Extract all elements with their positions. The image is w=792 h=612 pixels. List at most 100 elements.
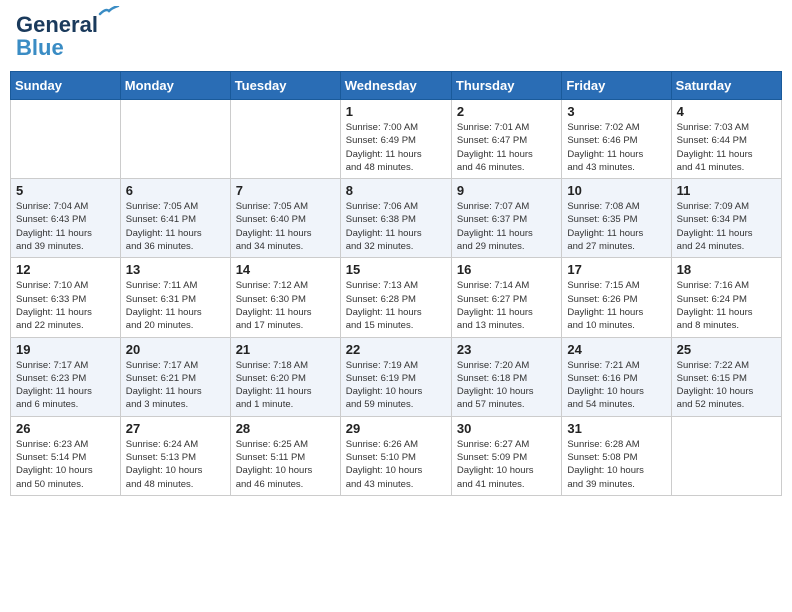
calendar-cell: 25 Sunrise: 7:22 AM Sunset: 6:15 PM Dayli…	[671, 337, 781, 416]
calendar-cell: 9Sunrise: 7:07 AM Sunset: 6:37 PM Daylig…	[451, 179, 561, 258]
day-number: 18	[677, 262, 776, 277]
day-number: 26	[16, 421, 115, 436]
day-info: Sunrise: 7:18 AM Sunset: 6:20 PM Dayligh…	[236, 359, 335, 412]
day-info: Sunrise: 7:05 AM Sunset: 6:41 PM Dayligh…	[126, 200, 225, 253]
day-number: 2	[457, 104, 556, 119]
logo-bird-icon	[98, 6, 120, 22]
day-info: Sunrise: 7:19 AM Sunset: 6:19 PM Dayligh…	[346, 359, 446, 412]
calendar-cell: 21 Sunrise: 7:18 AM Sunset: 6:20 PM Dayli…	[230, 337, 340, 416]
calendar-header-row: SundayMondayTuesdayWednesdayThursdayFrid…	[11, 72, 782, 100]
day-info: Sunrise: 7:13 AM Sunset: 6:28 PM Dayligh…	[346, 279, 446, 332]
calendar-cell: 20 Sunrise: 7:17 AM Sunset: 6:21 PM Dayli…	[120, 337, 230, 416]
day-number: 20	[126, 342, 225, 357]
calendar-cell: 17Sunrise: 7:15 AM Sunset: 6:26 PM Dayli…	[562, 258, 671, 337]
day-number: 1	[346, 104, 446, 119]
day-info: Sunrise: 7:00 AM Sunset: 6:49 PM Dayligh…	[346, 121, 446, 174]
day-info: Sunrise: 7:10 AM Sunset: 6:33 PM Dayligh…	[16, 279, 115, 332]
calendar-cell: 30 Sunrise: 6:27 AM Sunset: 5:09 PM Dayli…	[451, 416, 561, 495]
day-info: Sunrise: 7:22 AM Sunset: 6:15 PM Dayligh…	[677, 359, 776, 412]
calendar-cell: 6Sunrise: 7:05 AM Sunset: 6:41 PM Daylig…	[120, 179, 230, 258]
day-number: 28	[236, 421, 335, 436]
calendar-cell	[120, 100, 230, 179]
calendar-cell: 23 Sunrise: 7:20 AM Sunset: 6:18 PM Dayli…	[451, 337, 561, 416]
logo: General Blue	[16, 14, 98, 59]
logo-general: General	[16, 12, 98, 37]
day-number: 9	[457, 183, 556, 198]
day-number: 23	[457, 342, 556, 357]
day-number: 29	[346, 421, 446, 436]
day-info: Sunrise: 6:24 AM Sunset: 5:13 PM Dayligh…	[126, 438, 225, 491]
day-number: 5	[16, 183, 115, 198]
weekday-header: Thursday	[451, 72, 561, 100]
calendar-cell: 5 Sunrise: 7:04 AM Sunset: 6:43 PM Daylig…	[11, 179, 121, 258]
day-number: 22	[346, 342, 446, 357]
day-number: 14	[236, 262, 335, 277]
calendar-cell: 13 Sunrise: 7:11 AM Sunset: 6:31 PM Dayli…	[120, 258, 230, 337]
day-info: Sunrise: 7:09 AM Sunset: 6:34 PM Dayligh…	[677, 200, 776, 253]
day-info: Sunrise: 6:28 AM Sunset: 5:08 PM Dayligh…	[567, 438, 665, 491]
calendar-week-row: 26Sunrise: 6:23 AM Sunset: 5:14 PM Dayli…	[11, 416, 782, 495]
day-info: Sunrise: 7:04 AM Sunset: 6:43 PM Dayligh…	[16, 200, 115, 253]
calendar-cell	[230, 100, 340, 179]
calendar-cell: 26Sunrise: 6:23 AM Sunset: 5:14 PM Dayli…	[11, 416, 121, 495]
weekday-header: Wednesday	[340, 72, 451, 100]
calendar-cell: 1 Sunrise: 7:00 AM Sunset: 6:49 PM Daylig…	[340, 100, 451, 179]
day-info: Sunrise: 6:27 AM Sunset: 5:09 PM Dayligh…	[457, 438, 556, 491]
calendar-week-row: 5 Sunrise: 7:04 AM Sunset: 6:43 PM Daylig…	[11, 179, 782, 258]
calendar-cell: 16 Sunrise: 7:14 AM Sunset: 6:27 PM Dayli…	[451, 258, 561, 337]
calendar-cell: 3Sunrise: 7:02 AM Sunset: 6:46 PM Daylig…	[562, 100, 671, 179]
calendar-table: SundayMondayTuesdayWednesdayThursdayFrid…	[10, 71, 782, 496]
day-number: 8	[346, 183, 446, 198]
day-info: Sunrise: 7:17 AM Sunset: 6:23 PM Dayligh…	[16, 359, 115, 412]
day-info: Sunrise: 7:20 AM Sunset: 6:18 PM Dayligh…	[457, 359, 556, 412]
day-number: 4	[677, 104, 776, 119]
calendar-cell: 8 Sunrise: 7:06 AM Sunset: 6:38 PM Daylig…	[340, 179, 451, 258]
calendar-cell: 15 Sunrise: 7:13 AM Sunset: 6:28 PM Dayli…	[340, 258, 451, 337]
day-number: 13	[126, 262, 225, 277]
weekday-header: Saturday	[671, 72, 781, 100]
logo-blue: Blue	[16, 37, 64, 59]
page-header: General Blue	[10, 10, 782, 63]
day-info: Sunrise: 7:21 AM Sunset: 6:16 PM Dayligh…	[567, 359, 665, 412]
day-number: 17	[567, 262, 665, 277]
calendar-cell: 19 Sunrise: 7:17 AM Sunset: 6:23 PM Dayli…	[11, 337, 121, 416]
weekday-header: Monday	[120, 72, 230, 100]
day-number: 10	[567, 183, 665, 198]
calendar-cell: 29 Sunrise: 6:26 AM Sunset: 5:10 PM Dayli…	[340, 416, 451, 495]
calendar-cell: 11 Sunrise: 7:09 AM Sunset: 6:34 PM Dayli…	[671, 179, 781, 258]
calendar-cell: 24 Sunrise: 7:21 AM Sunset: 6:16 PM Dayli…	[562, 337, 671, 416]
day-info: Sunrise: 7:12 AM Sunset: 6:30 PM Dayligh…	[236, 279, 335, 332]
day-number: 19	[16, 342, 115, 357]
calendar-cell: 4 Sunrise: 7:03 AM Sunset: 6:44 PM Daylig…	[671, 100, 781, 179]
day-number: 16	[457, 262, 556, 277]
calendar-cell: 10 Sunrise: 7:08 AM Sunset: 6:35 PM Dayli…	[562, 179, 671, 258]
calendar-cell: 27Sunrise: 6:24 AM Sunset: 5:13 PM Dayli…	[120, 416, 230, 495]
day-number: 12	[16, 262, 115, 277]
day-number: 24	[567, 342, 665, 357]
day-number: 25	[677, 342, 776, 357]
day-info: Sunrise: 7:01 AM Sunset: 6:47 PM Dayligh…	[457, 121, 556, 174]
day-number: 11	[677, 183, 776, 198]
day-info: Sunrise: 7:08 AM Sunset: 6:35 PM Dayligh…	[567, 200, 665, 253]
day-info: Sunrise: 6:25 AM Sunset: 5:11 PM Dayligh…	[236, 438, 335, 491]
day-number: 15	[346, 262, 446, 277]
calendar-cell: 14 Sunrise: 7:12 AM Sunset: 6:30 PM Dayli…	[230, 258, 340, 337]
calendar-cell: 7Sunrise: 7:05 AM Sunset: 6:40 PM Daylig…	[230, 179, 340, 258]
day-info: Sunrise: 7:11 AM Sunset: 6:31 PM Dayligh…	[126, 279, 225, 332]
calendar-week-row: 1 Sunrise: 7:00 AM Sunset: 6:49 PM Daylig…	[11, 100, 782, 179]
day-info: Sunrise: 7:16 AM Sunset: 6:24 PM Dayligh…	[677, 279, 776, 332]
day-info: Sunrise: 7:06 AM Sunset: 6:38 PM Dayligh…	[346, 200, 446, 253]
day-info: Sunrise: 6:26 AM Sunset: 5:10 PM Dayligh…	[346, 438, 446, 491]
day-info: Sunrise: 7:17 AM Sunset: 6:21 PM Dayligh…	[126, 359, 225, 412]
day-info: Sunrise: 7:03 AM Sunset: 6:44 PM Dayligh…	[677, 121, 776, 174]
weekday-header: Friday	[562, 72, 671, 100]
calendar-cell: 18 Sunrise: 7:16 AM Sunset: 6:24 PM Dayli…	[671, 258, 781, 337]
calendar-cell: 31Sunrise: 6:28 AM Sunset: 5:08 PM Dayli…	[562, 416, 671, 495]
day-number: 30	[457, 421, 556, 436]
calendar-cell: 28 Sunrise: 6:25 AM Sunset: 5:11 PM Dayli…	[230, 416, 340, 495]
calendar-cell: 2 Sunrise: 7:01 AM Sunset: 6:47 PM Daylig…	[451, 100, 561, 179]
weekday-header: Tuesday	[230, 72, 340, 100]
day-number: 21	[236, 342, 335, 357]
day-info: Sunrise: 7:14 AM Sunset: 6:27 PM Dayligh…	[457, 279, 556, 332]
calendar-cell: 12 Sunrise: 7:10 AM Sunset: 6:33 PM Dayli…	[11, 258, 121, 337]
